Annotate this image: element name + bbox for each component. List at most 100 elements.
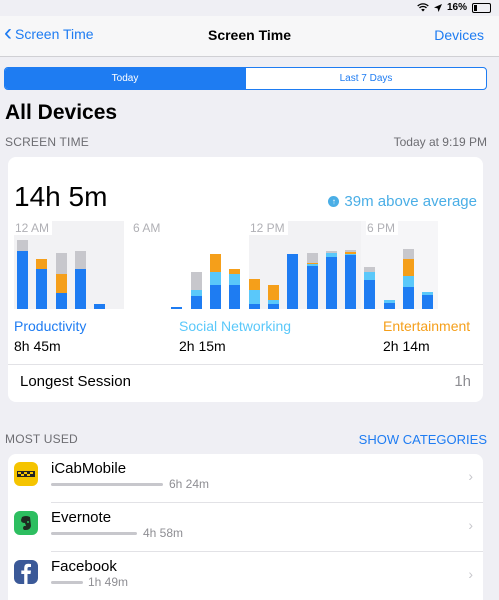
segment-last-7-days[interactable]: Last 7 Days [245, 68, 486, 89]
hour-bar-segment [267, 303, 279, 309]
hour-bar-segment [74, 269, 86, 309]
segment-today[interactable]: Today [5, 68, 245, 89]
chevron-right-icon: › [468, 468, 473, 484]
battery-icon [472, 2, 491, 13]
evernote-icon [14, 511, 38, 535]
hour-bar-segment [325, 257, 337, 309]
hour-bar-segment [403, 258, 414, 276]
navigation-bar: ‹ Screen Time Screen Time Devices [0, 16, 499, 57]
page-title: All Devices [5, 101, 118, 124]
hour-bar-segment [210, 271, 221, 286]
battery-percentage: 16% [446, 2, 467, 13]
hour-bar-segment [36, 268, 48, 309]
location-arrow-icon [433, 3, 442, 12]
hour-bar-segment [171, 306, 183, 309]
average-text: 39m above average [344, 193, 477, 210]
legend-social-networking: Social Networking 2h 15m [179, 318, 291, 354]
hour-bar-segment [55, 252, 67, 275]
hour-bar-15 [306, 252, 318, 309]
hour-bar-12 [248, 278, 260, 309]
hour-bar-segment [306, 252, 318, 263]
hour-bar-segment [422, 295, 434, 309]
usage-time: 6h 24m [169, 477, 210, 491]
longest-session-label: Longest Session [20, 373, 131, 390]
hour-bar-9 [190, 271, 202, 309]
devices-button[interactable]: Devices [434, 27, 484, 43]
hour-bar-segment [403, 275, 414, 287]
legend-productivity-value: 8h 45m [14, 338, 61, 354]
icabmobile-icon [14, 462, 38, 486]
chevron-right-icon: › [468, 566, 473, 582]
usage-time: 1h 49m [88, 575, 129, 589]
tick-label-6am: 6 AM [132, 221, 164, 235]
hour-bar-20 [403, 249, 414, 309]
chevron-right-icon: › [468, 517, 473, 533]
status-indicators: 16% [417, 2, 491, 13]
average-comparison: ↑ 39m above average [328, 193, 477, 210]
arrow-up-circle-icon: ↑ [328, 196, 340, 207]
tick-label-12am: 12 AM [14, 221, 53, 235]
hourly-usage-chart: 12 AM 6 AM 12 PM 6 PM [14, 221, 438, 309]
app-row-icabmobile[interactable]: iCabMobile 6h 24m › [8, 454, 483, 503]
facebook-icon [14, 560, 38, 584]
hour-bar-4 [94, 303, 106, 309]
hour-bar-segment [403, 286, 414, 309]
hour-bar-17 [345, 249, 357, 309]
hour-bar-segment [306, 265, 318, 309]
hour-bar-13 [267, 284, 279, 309]
hour-bar-segment [210, 253, 221, 272]
app-name: Evernote [51, 509, 112, 526]
hour-bar-segment [364, 271, 376, 281]
legend-productivity: Productivity 8h 45m [14, 318, 86, 354]
hour-bar-10 [210, 253, 221, 309]
hour-bar-segment [248, 303, 260, 309]
period-segmented-control: Today Last 7 Days [4, 67, 487, 90]
hour-bar-segment [403, 249, 414, 259]
app-row-facebook[interactable]: Facebook 1h 49m › [8, 552, 483, 600]
wifi-icon [417, 3, 429, 12]
hour-bar-segment [248, 278, 260, 291]
total-screen-time: 14h 5m [14, 181, 108, 212]
usage-bar [51, 532, 137, 535]
hour-bar-segment [229, 273, 241, 286]
status-bar: 16% [0, 0, 499, 16]
app-name: iCabMobile [51, 460, 127, 477]
tick-label-6pm: 6 PM [366, 221, 399, 235]
hour-bar-segment [17, 251, 28, 309]
hour-bar-16 [325, 251, 337, 309]
show-categories-button[interactable]: SHOW CATEGORIES [359, 432, 487, 447]
hour-bar-segment [248, 290, 260, 304]
usage-bar [51, 581, 83, 584]
hour-bar-8 [171, 306, 183, 309]
hour-bar-19 [383, 300, 395, 309]
hour-bar-14 [287, 253, 299, 309]
hour-bar-segment [55, 293, 67, 309]
hour-bar-11 [229, 268, 241, 309]
hour-bar-segment [190, 271, 202, 290]
hour-bar-segment [36, 258, 48, 269]
hour-bar-18 [364, 267, 376, 309]
legend-productivity-name: Productivity [14, 318, 87, 334]
legend-social-name: Social Networking [179, 318, 292, 334]
hour-bar-segment [55, 274, 67, 294]
app-row-evernote[interactable]: Evernote 4h 58m › [8, 503, 483, 552]
hour-bar-1 [36, 258, 48, 309]
legend-entertainment: Entertainment 2h 14m [383, 318, 470, 354]
hour-bar-segment [383, 302, 395, 309]
nav-title: Screen Time [207, 27, 291, 43]
hour-bar-3 [74, 251, 86, 309]
hour-bar-segment [364, 280, 376, 309]
tick-label-12pm: 12 PM [249, 221, 288, 235]
usage-bar [51, 483, 163, 486]
hour-bar-segment [190, 296, 202, 309]
hour-bar-segment [287, 253, 299, 309]
legend-entertainment-name: Entertainment [383, 318, 471, 334]
legend-entertainment-value: 2h 14m [383, 338, 430, 354]
screen-time-section-label: SCREEN TIME [5, 135, 89, 149]
hour-bar-segment [94, 303, 106, 309]
screen-time-card[interactable]: 14h 5m ↑ 39m above average 12 AM 6 AM 12… [8, 157, 483, 402]
legend-social-value: 2h 15m [179, 338, 226, 354]
most-used-section-label: MOST USED [5, 432, 78, 446]
hour-bar-segment [74, 251, 86, 270]
hour-bar-21 [422, 291, 434, 309]
